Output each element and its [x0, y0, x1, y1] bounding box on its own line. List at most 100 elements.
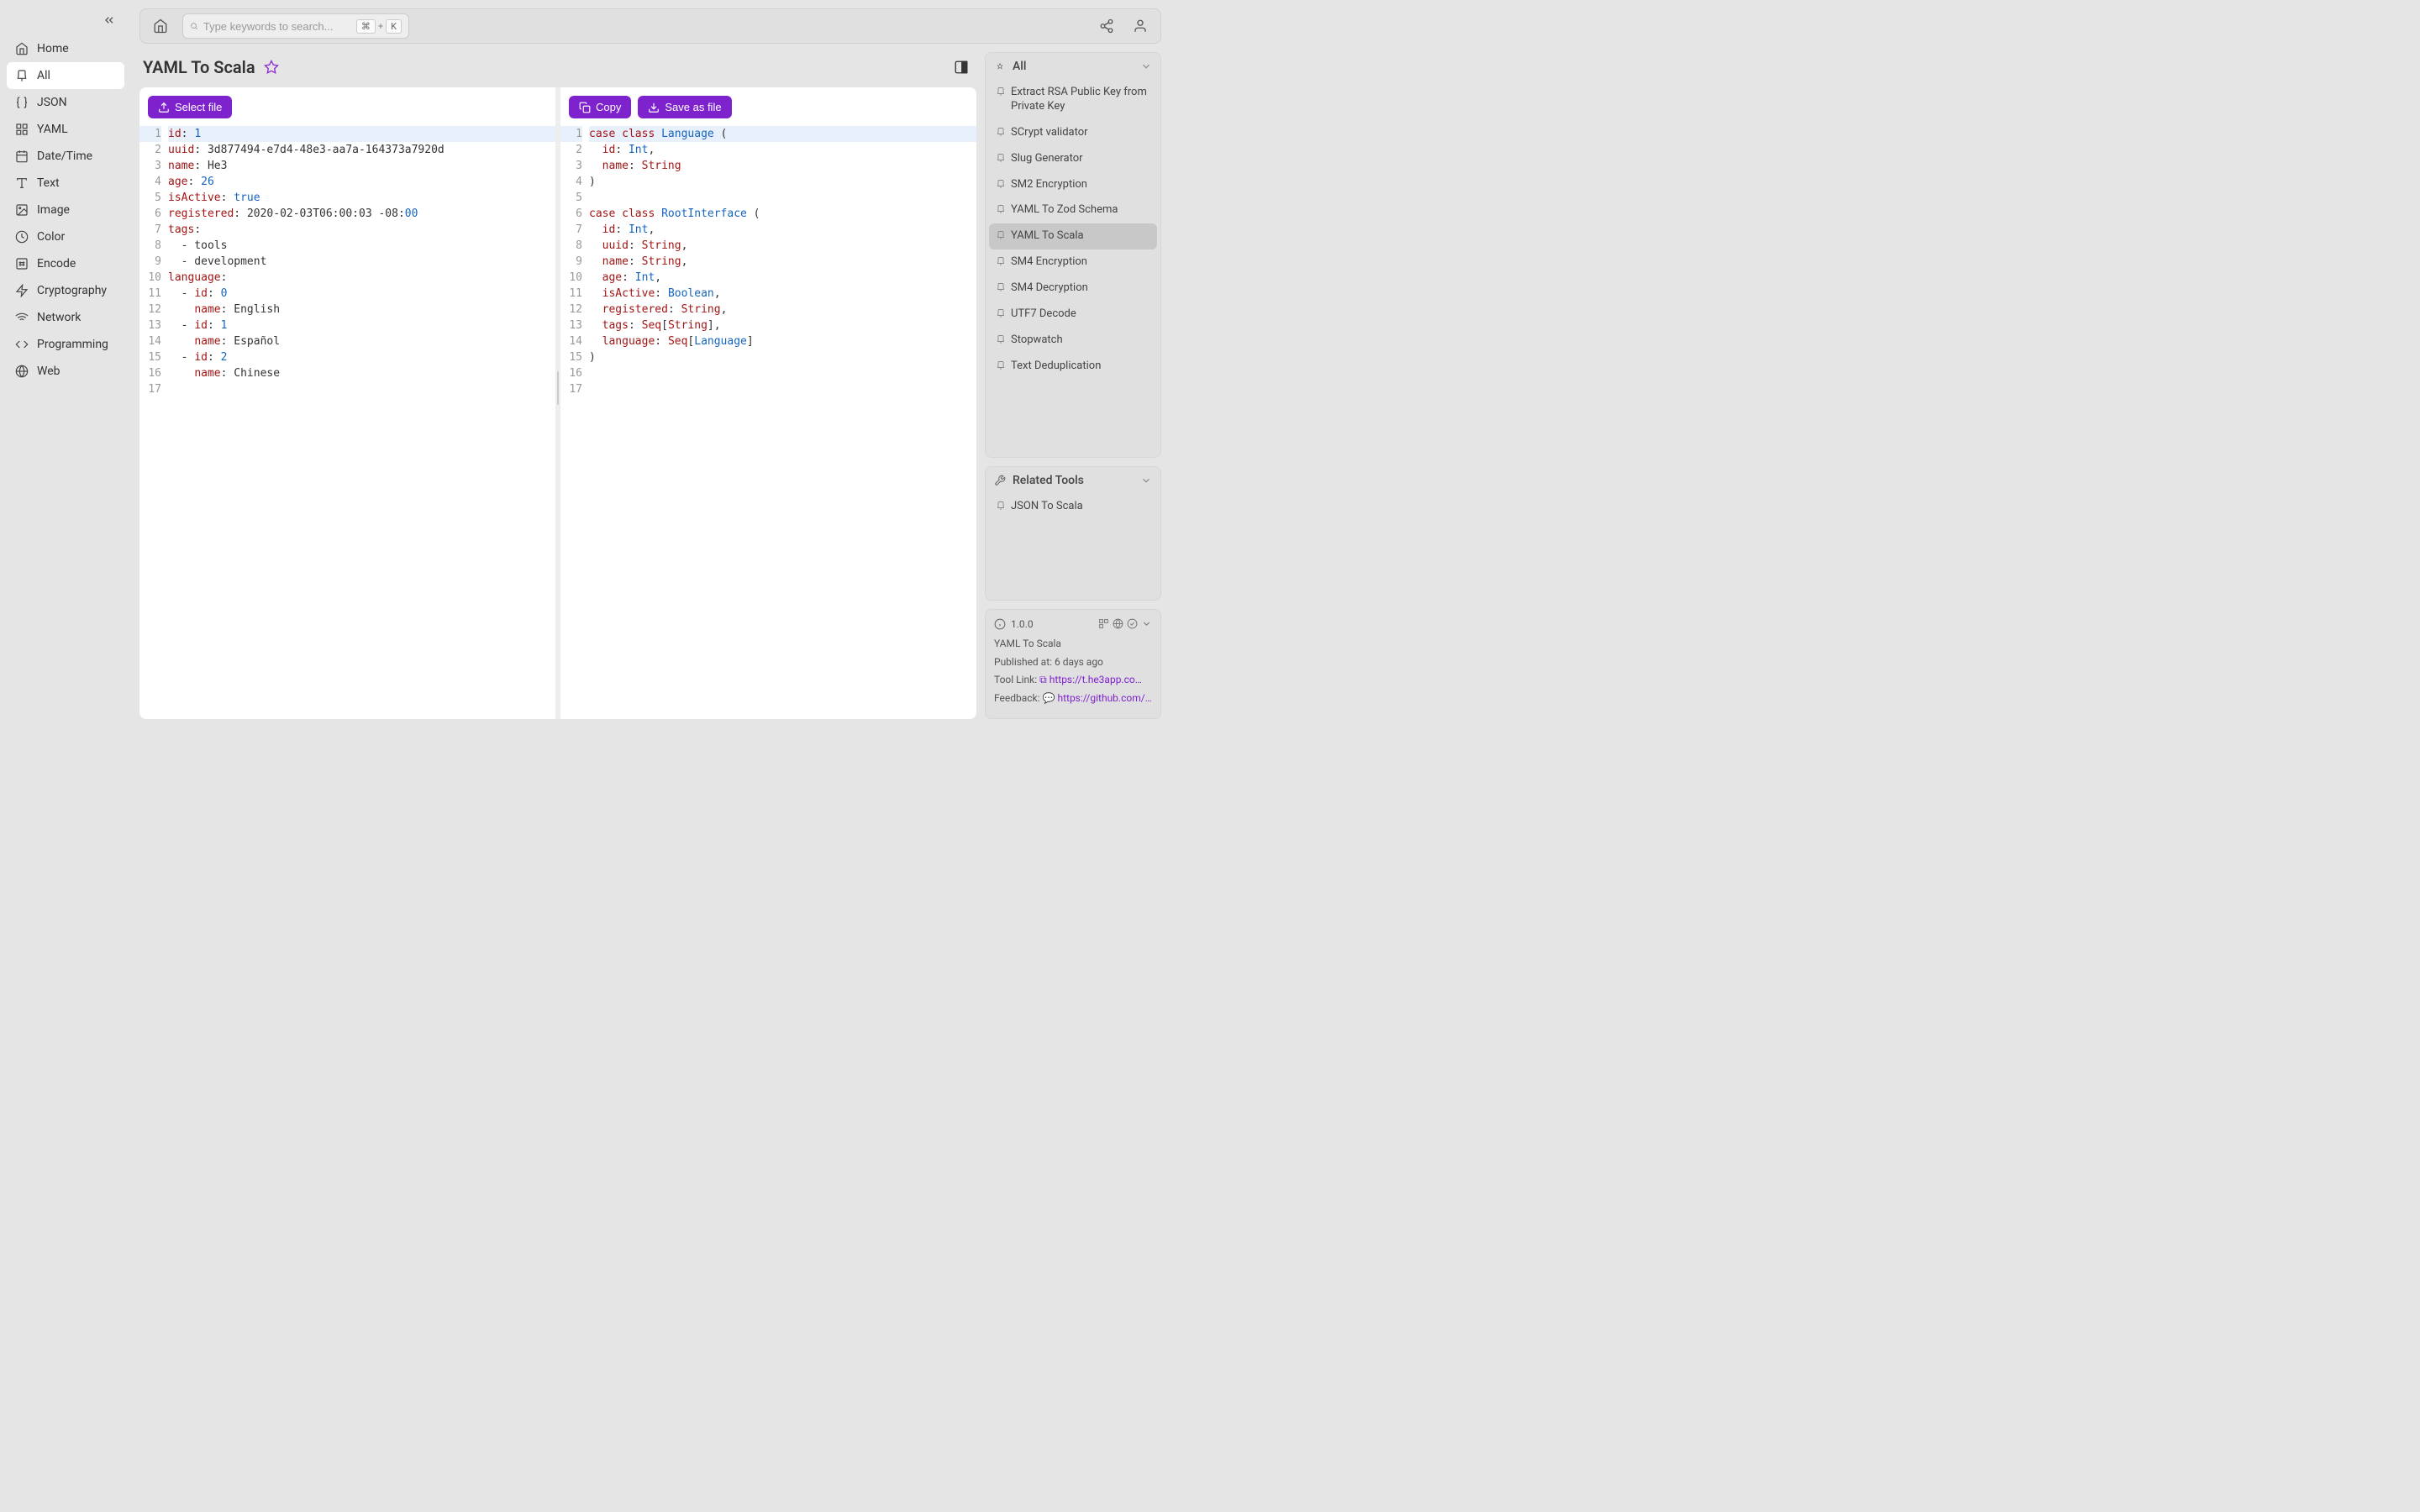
- sidebar-item-text[interactable]: Text: [7, 170, 124, 197]
- search-input[interactable]: [203, 20, 351, 33]
- page-title: YAML To Scala: [143, 57, 255, 77]
- user-button[interactable]: [1128, 14, 1152, 38]
- panel-item[interactable]: UTF7 Decode: [989, 302, 1157, 328]
- panel-icon: [954, 60, 969, 75]
- sidebar-item-programming[interactable]: Programming: [7, 331, 124, 358]
- copy-button[interactable]: Copy: [569, 96, 631, 118]
- panel-item[interactable]: SCrypt validator: [989, 120, 1157, 146]
- pin-icon: [996, 360, 1006, 370]
- sidebar: Home All JSON YAML Date/Time Text Image Color En…: [0, 0, 131, 731]
- panel-related-header[interactable]: Related Tools: [986, 467, 1160, 494]
- select-file-button[interactable]: Select file: [148, 96, 232, 118]
- search-box[interactable]: ⌘ + K: [182, 13, 409, 39]
- pin-icon: [996, 179, 1006, 189]
- sidebar-item-label: Date/Time: [37, 150, 92, 163]
- sidebar-collapse-button[interactable]: [0, 8, 131, 35]
- image-icon: [15, 203, 29, 217]
- pin-icon: [996, 334, 1006, 344]
- favorite-button[interactable]: [264, 60, 279, 75]
- panel-info-section: 1.0.0 YAML To Scala Published at: 6 days…: [985, 609, 1161, 719]
- panel-all-list[interactable]: Extract RSA Public Key from Private Key S…: [986, 80, 1160, 457]
- sidebar-item-encode[interactable]: Encode: [7, 250, 124, 277]
- qr-icon[interactable]: [1098, 618, 1109, 629]
- input-gutter: 1234567891011121314151617: [139, 126, 168, 719]
- pin-icon: [15, 69, 29, 82]
- panel-related-list[interactable]: JSON To Scala: [986, 494, 1160, 600]
- feedback-link[interactable]: 💬https://github.com/…: [1043, 692, 1152, 704]
- sidebar-item-label: Cryptography: [37, 284, 107, 297]
- right-panel: All Extract RSA Public Key from Private …: [985, 52, 1161, 719]
- panel-item[interactable]: Stopwatch: [989, 328, 1157, 354]
- sidebar-item-date-time[interactable]: Date/Time: [7, 143, 124, 170]
- panel-item-label: Extract RSA Public Key from Private Key: [1011, 86, 1150, 114]
- upload-icon: [158, 102, 170, 113]
- panel-all-header[interactable]: All: [986, 53, 1160, 80]
- input-code-area[interactable]: 1234567891011121314151617 id: 1uuid: 3d8…: [139, 87, 555, 719]
- panel-item-label: SCrypt validator: [1011, 126, 1088, 140]
- editor-input-pane: Select file 1234567891011121314151617 id…: [139, 87, 555, 719]
- sidebar-item-label: Web: [37, 365, 60, 378]
- chevrons-left-icon: [103, 13, 116, 27]
- copy-icon: [579, 102, 591, 113]
- sidebar-item-label: Image: [37, 203, 70, 217]
- globe-icon[interactable]: [1113, 618, 1123, 629]
- pin-icon: [996, 256, 1006, 266]
- info-icon: [994, 618, 1006, 630]
- sidebar-item-label: Network: [37, 311, 81, 324]
- chevron-down-icon: [1140, 475, 1152, 486]
- sidebar-item-home[interactable]: Home: [7, 35, 124, 62]
- output-code-area[interactable]: 1234567891011121314151617 case class Lan…: [560, 87, 976, 719]
- sidebar-item-network[interactable]: Network: [7, 304, 124, 331]
- pin-icon: [996, 204, 1006, 214]
- sidebar-item-label: Text: [37, 176, 60, 190]
- wifi-icon: [15, 311, 29, 324]
- editors: Select file 1234567891011121314151617 id…: [139, 87, 976, 719]
- pin-icon: [994, 60, 1006, 72]
- sidebar-item-label: JSON: [37, 96, 67, 109]
- save-as-file-button[interactable]: Save as file: [638, 96, 731, 118]
- sidebar-item-web[interactable]: Web: [7, 358, 124, 385]
- sidebar-item-label: Programming: [37, 338, 108, 351]
- text-icon: [15, 176, 29, 190]
- bolt-icon: [15, 284, 29, 297]
- output-code[interactable]: case class Language ( id: Int, name: Str…: [589, 126, 976, 719]
- layout-toggle-button[interactable]: [950, 55, 973, 79]
- chevron-down-icon[interactable]: [1141, 618, 1152, 629]
- panel-all-section: All Extract RSA Public Key from Private …: [985, 52, 1161, 458]
- main: ⌘ + K YAML To Scala: [131, 0, 1170, 731]
- pin-icon: [996, 308, 1006, 318]
- editor-output-pane: Copy Save as file 1234567891011121314151…: [560, 87, 976, 719]
- sidebar-item-label: All: [37, 69, 50, 82]
- sidebar-item-label: Home: [37, 42, 69, 55]
- share-button[interactable]: [1095, 14, 1118, 38]
- input-code[interactable]: id: 1uuid: 3d877494-e7d4-48e3-aa7a-16437…: [168, 126, 555, 719]
- grid-icon: [15, 123, 29, 136]
- kbd-k: K: [386, 19, 402, 34]
- panel-item[interactable]: Slug Generator: [989, 146, 1157, 172]
- home-button[interactable]: [149, 14, 172, 38]
- panel-item[interactable]: Text Deduplication: [989, 354, 1157, 380]
- sidebar-item-all[interactable]: All: [7, 62, 124, 89]
- sidebar-item-yaml[interactable]: YAML: [7, 116, 124, 143]
- panel-item[interactable]: YAML To Scala: [989, 223, 1157, 249]
- palette-icon: [15, 230, 29, 244]
- sidebar-item-color[interactable]: Color: [7, 223, 124, 250]
- info-name: YAML To Scala: [994, 637, 1152, 651]
- braces-icon: [15, 96, 29, 109]
- sidebar-item-json[interactable]: JSON: [7, 89, 124, 116]
- panel-item[interactable]: JSON To Scala: [989, 494, 1157, 520]
- tool-link[interactable]: ⧉https://t.he3app.co…: [1039, 674, 1142, 685]
- panel-item[interactable]: Extract RSA Public Key from Private Key: [989, 80, 1157, 120]
- panel-item[interactable]: SM4 Decryption: [989, 276, 1157, 302]
- title-row: YAML To Scala: [139, 52, 976, 87]
- panel-item-label: UTF7 Decode: [1011, 307, 1076, 322]
- sidebar-item-cryptography[interactable]: Cryptography: [7, 277, 124, 304]
- sidebar-item-label: Color: [37, 230, 65, 244]
- sidebar-item-image[interactable]: Image: [7, 197, 124, 223]
- panel-item-label: SM4 Encryption: [1011, 255, 1087, 270]
- panel-item[interactable]: YAML To Zod Schema: [989, 197, 1157, 223]
- check-circle-icon[interactable]: [1127, 618, 1138, 629]
- panel-item[interactable]: SM2 Encryption: [989, 172, 1157, 198]
- panel-item[interactable]: SM4 Encryption: [989, 249, 1157, 276]
- wrench-icon: [994, 475, 1006, 486]
